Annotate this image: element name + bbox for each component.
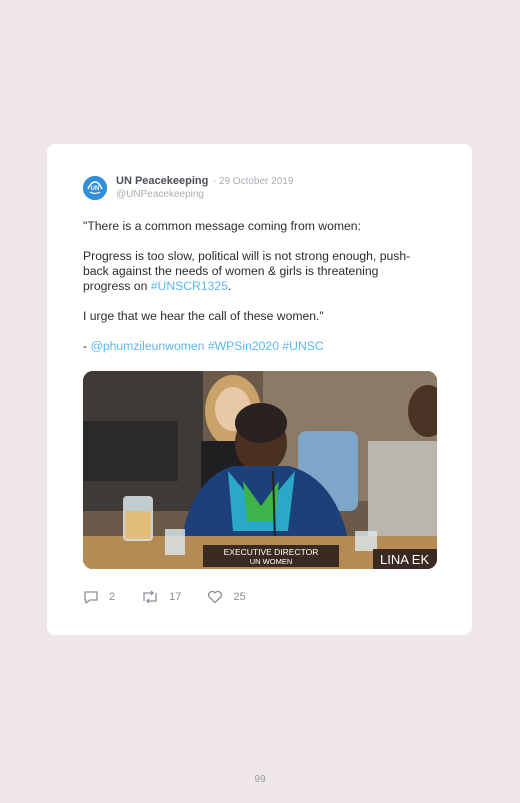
like-button[interactable]: 25 [207,590,246,604]
hashtag-link[interactable]: #UNSC [282,339,323,353]
author-handle[interactable]: @UNPeacekeeping [116,188,293,201]
svg-text:UN: UN [91,186,100,192]
retweet-button[interactable]: 17 [141,590,181,604]
tweet-paragraph: "There is a common message coming from w… [83,219,361,233]
tweet-date[interactable]: - 29 October 2019 [213,176,294,187]
tweet-actions: 2 17 25 [83,590,272,604]
author-name[interactable]: UN Peacekeeping [116,175,208,187]
heart-icon [208,590,223,604]
tweet-header: UN UN Peacekeeping - 29 October 2019 @UN… [83,173,293,201]
like-count: 25 [233,591,246,603]
mention-link[interactable]: @phumzileunwomen [90,339,204,353]
tweet-paragraph: Progress is too slow, political will is … [83,249,411,293]
nameplate-subtitle: UN WOMEN [250,557,293,566]
retweet-icon [143,590,157,604]
tweet-card: UN UN Peacekeeping - 29 October 2019 @UN… [47,144,472,635]
retweet-count: 17 [169,591,182,603]
un-logo-icon: UN [83,176,107,200]
tweet-image[interactable]: EXECUTIVE DIRECTOR UN WOMEN LINA EK [83,371,437,569]
tweet-paragraph: - @phumzileunwomen #WPSin2020 #UNSC [83,339,324,353]
hashtag-link[interactable]: #UNSCR1325 [151,279,228,293]
tweet-paragraph: I urge that we hear the call of these wo… [83,309,324,323]
reply-count: 2 [109,591,116,603]
tweet-text: "There is a common message coming from w… [83,219,423,369]
nameplate-title: EXECUTIVE DIRECTOR [224,547,319,557]
speaker-photo: EXECUTIVE DIRECTOR UN WOMEN LINA EK [83,371,437,569]
reply-button[interactable]: 2 [83,590,115,604]
nameplate-right: LINA EK [380,552,429,567]
page-number: 99 [254,774,266,785]
avatar[interactable]: UN [83,176,107,200]
reply-icon [84,591,98,604]
hashtag-link[interactable]: #WPSin2020 [208,339,279,353]
